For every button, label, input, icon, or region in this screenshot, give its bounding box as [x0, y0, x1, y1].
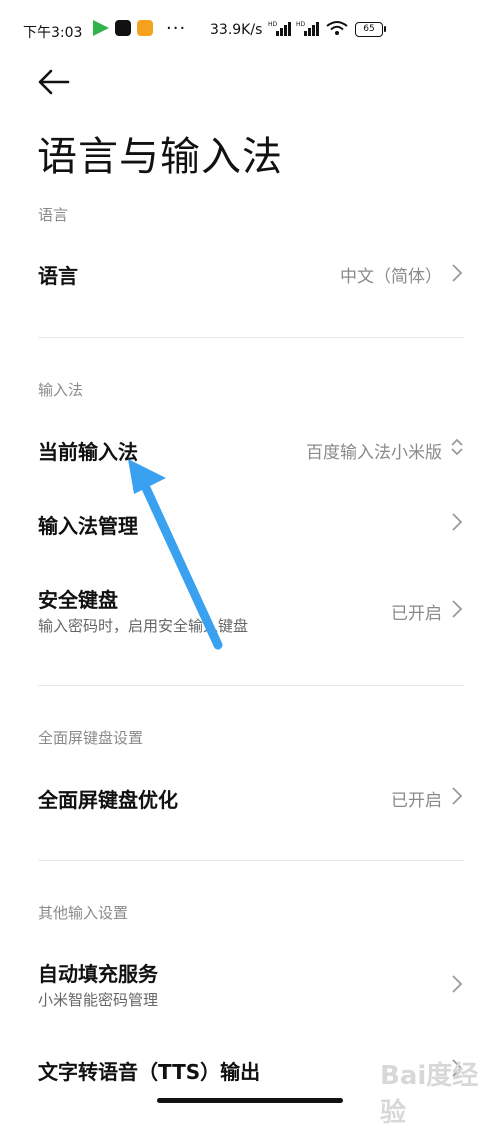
- signal-hd-icon: HD: [268, 21, 291, 36]
- fullscreen-keyboard-optimize-title: 全面屏键盘优化: [38, 788, 178, 812]
- section-label-fullscreen-keyboard: 全面屏键盘设置: [38, 729, 144, 747]
- status-time: 下午3:03: [23, 25, 83, 41]
- chevron-right-icon: [452, 975, 463, 993]
- chevron-right-icon: [452, 513, 463, 531]
- divider: [38, 860, 464, 861]
- notification-icons: [93, 20, 153, 36]
- secure-keyboard-title: 安全键盘: [38, 588, 118, 612]
- language-row[interactable]: 语言 中文（简体）: [0, 240, 500, 306]
- page-title: 语言与输入法: [37, 134, 283, 180]
- tts-output-title: 文字转语音（TTS）输出: [38, 1060, 261, 1084]
- current-input-method-title: 当前输入法: [38, 440, 138, 464]
- autofill-service-row[interactable]: 自动填充服务 小米智能密码管理: [0, 942, 500, 1022]
- wifi-icon: [326, 21, 348, 35]
- battery-tip: [384, 26, 386, 32]
- chevron-right-icon: [452, 264, 463, 282]
- secure-keyboard-subtitle: 输入密码时，启用安全输入键盘: [38, 617, 249, 635]
- chevron-right-icon: [452, 600, 463, 618]
- section-label-input-method: 输入法: [38, 381, 84, 399]
- chevron-right-icon: [452, 787, 463, 805]
- tiktok-icon: [115, 20, 131, 36]
- fullscreen-keyboard-optimize-row[interactable]: 全面屏键盘优化 已开启: [0, 764, 500, 830]
- autofill-service-subtitle: 小米智能密码管理: [38, 991, 159, 1009]
- secure-keyboard-value: 已开启: [391, 604, 442, 624]
- fullscreen-keyboard-optimize-value: 已开启: [391, 791, 442, 811]
- current-input-method-value: 百度输入法小米版: [306, 443, 442, 463]
- section-label-language: 语言: [38, 206, 69, 224]
- input-method-management-title: 输入法管理: [38, 514, 138, 538]
- language-title: 语言: [38, 264, 78, 288]
- svg-text:HD: HD: [296, 21, 306, 28]
- autofill-service-title: 自动填充服务: [38, 962, 158, 986]
- more-notifications-icon: ···: [166, 18, 187, 39]
- book-app-icon: [137, 20, 153, 36]
- current-input-method-row[interactable]: 当前输入法 百度输入法小米版: [0, 414, 500, 480]
- chevron-up-down-icon: [451, 438, 463, 456]
- watermark-logo: Bai度经验: [380, 1061, 479, 1128]
- divider: [38, 337, 464, 338]
- language-value: 中文（简体）: [340, 267, 442, 287]
- battery-icon: 65: [355, 22, 383, 37]
- status-bar: 下午3:03 ··· 33.9K/s HD HD 65: [0, 0, 500, 58]
- divider: [38, 685, 464, 686]
- section-label-other-input: 其他输入设置: [38, 904, 129, 922]
- signal-hd-2-icon: HD: [296, 21, 319, 36]
- home-indicator[interactable]: [157, 1098, 343, 1103]
- play-store-icon: [93, 20, 109, 36]
- secure-keyboard-row[interactable]: 安全键盘 输入密码时，启用安全输入键盘 已开启: [0, 568, 500, 648]
- arrow-left-icon[interactable]: [34, 64, 74, 100]
- network-speed: 33.9K/s: [210, 22, 263, 38]
- input-method-management-row[interactable]: 输入法管理: [0, 490, 500, 556]
- svg-text:HD: HD: [268, 21, 278, 28]
